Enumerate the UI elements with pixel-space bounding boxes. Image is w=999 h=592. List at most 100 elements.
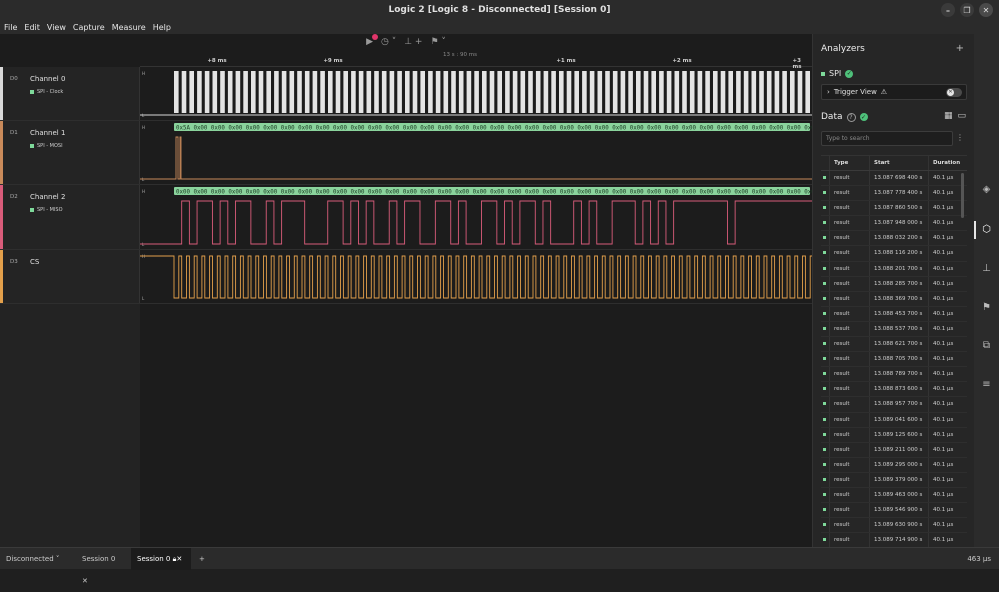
more-options-icon[interactable]: ⋮ (956, 133, 964, 142)
close-icon[interactable]: ✕ (979, 3, 993, 17)
table-row[interactable]: result 13.089 125 600 s 40.1 µs (821, 427, 967, 443)
table-row[interactable]: result 13.089 295 000 s 40.1 µs (821, 457, 967, 473)
waveform-d0[interactable]: HL (140, 67, 812, 120)
time-ruler[interactable]: 13 s : 90 ms +8 ms +9 ms +1 ms +2 ms +3 ms (140, 50, 812, 70)
close-tab-icon[interactable]: ✕ (82, 577, 88, 585)
minimize-icon[interactable]: – (941, 3, 955, 17)
session-tab-2[interactable]: Session 0 🔒︎✕ (131, 548, 191, 570)
restore-icon[interactable]: ❐ (960, 3, 974, 17)
channel-row-d0[interactable]: D0 Channel 0 SPI - Clock H L (0, 67, 812, 121)
table-row[interactable]: result 13.087 778 400 s 40.1 µs (821, 186, 967, 202)
menu-view[interactable]: View (47, 23, 66, 32)
table-row[interactable]: result 13.087 698 400 s 40.1 µs (821, 171, 967, 187)
table-row[interactable]: result 13.088 705 700 s 40.1 µs (821, 352, 967, 368)
channel-name[interactable]: Channel 0 (30, 75, 65, 83)
time-tick-label: +9 ms (323, 58, 343, 64)
cell-duration: 40.1 µs (928, 276, 967, 291)
channel-name[interactable]: CS (30, 258, 39, 266)
analyzer-item-spi[interactable]: SPI ✓ (821, 69, 854, 78)
table-row[interactable]: result 13.087 948 000 s 40.1 µs (821, 216, 967, 232)
table-row[interactable]: result 13.088 201 700 s 40.1 µs (821, 261, 967, 277)
extensions-icon[interactable]: ⧉ (981, 340, 992, 351)
channel-row-d1[interactable]: D1 Channel 1 SPI - MOSI H L 0x5A 0x00 0x00 0x… (0, 121, 812, 185)
waveform-d1[interactable]: H L 0x5A 0x00 0x00 0x00 0x00 0x00 0x00 0x0… (140, 121, 812, 184)
table-row[interactable]: result 13.088 789 700 s 40.1 µs (821, 367, 967, 383)
clock-pulse (235, 71, 241, 113)
table-row[interactable]: result 13.088 453 700 s 40.1 µs (821, 306, 967, 322)
clock-pulse (528, 71, 533, 113)
analyzer-tag-text: SPI - MISO (37, 207, 63, 213)
table-row[interactable]: result 13.089 041 600 s 40.1 µs (821, 412, 967, 428)
waveform-d2[interactable]: H L 0x00 0x00 0x00 0x00 0x00 0x00 0x00 0x0… (140, 185, 812, 249)
measurements-icon[interactable]: ⊥ (981, 263, 992, 274)
menu-capture[interactable]: Capture (73, 23, 105, 32)
clock-pulse (636, 71, 641, 113)
analyzer-color-icon (823, 492, 826, 496)
new-tab-icon[interactable]: + (193, 548, 211, 570)
channel-label[interactable]: D1 Channel 1 SPI - MOSI (0, 121, 140, 184)
notes-icon[interactable]: ≡ (981, 379, 992, 390)
marker-dropdown-button[interactable]: ⚑ ˅ (430, 37, 445, 47)
table-row[interactable]: result 13.088 621 700 s 40.1 µs (821, 337, 967, 353)
session-tab-1[interactable]: Session 0 ✕ (76, 548, 128, 585)
analyzers-icon[interactable]: ⬡ (981, 224, 992, 235)
column-header-duration[interactable]: Duration (928, 156, 967, 170)
cell-duration: 40.1 µs (928, 261, 967, 276)
menu-help[interactable]: Help (153, 23, 171, 32)
markers-icon[interactable]: ⚑ (981, 302, 992, 313)
connection-status[interactable]: Disconnected ˅ (0, 548, 70, 570)
column-header-type[interactable]: Type (829, 156, 869, 170)
table-row[interactable]: result 13.089 379 000 s 40.1 µs (821, 472, 967, 488)
help-icon[interactable]: ? (846, 112, 856, 122)
menu-file[interactable]: File (4, 23, 17, 32)
channel-row-d2[interactable]: D2 Channel 2 SPI - MISO H L 0x00 0x00 0x00 0x… (0, 185, 812, 250)
layers-icon[interactable]: ◈ (981, 184, 992, 195)
start-capture-button[interactable]: ▶ (366, 34, 378, 47)
clock-pulse (351, 71, 356, 113)
add-measurement-button[interactable]: ⊥ + (404, 37, 422, 47)
search-input[interactable]: Type to search (821, 131, 953, 146)
channel-label[interactable]: D2 Channel 2 SPI - MISO (0, 185, 140, 249)
channel-index: D2 (10, 194, 18, 200)
cell-type: result (829, 352, 869, 367)
cell-duration: 40.1 µs (928, 533, 967, 547)
channel-label[interactable]: D3 CS (0, 250, 140, 303)
menu-measure[interactable]: Measure (112, 23, 146, 32)
cell-type: result (829, 533, 869, 547)
column-header-start[interactable]: Start (869, 156, 928, 170)
trigger-view-toggle[interactable]: ✕ (946, 88, 962, 97)
waveform-d3[interactable]: HL (140, 250, 812, 303)
table-row[interactable]: result 13.089 714 900 s 40.1 µs (821, 533, 967, 547)
table-row[interactable]: result 13.088 032 200 s 40.1 µs (821, 231, 967, 247)
table-row[interactable]: result 13.088 285 700 s 40.1 µs (821, 276, 967, 292)
table-scrollbar[interactable] (961, 173, 964, 218)
cell-start: 13.088 453 700 s (869, 306, 928, 321)
close-tab-icon[interactable]: ✕ (176, 555, 182, 563)
clock-pulse (258, 71, 264, 113)
trigger-view-row[interactable]: › Trigger View ⚠ ✕ (821, 84, 967, 100)
table-row[interactable]: result 13.088 957 700 s 40.1 µs (821, 397, 967, 413)
terminal-view-icon[interactable]: ▭ (957, 111, 966, 121)
menu-edit[interactable]: Edit (24, 23, 40, 32)
add-analyzer-icon[interactable]: + (956, 43, 964, 54)
clock-pulse (612, 71, 618, 113)
table-row[interactable]: result 13.089 630 900 s 40.1 µs (821, 518, 967, 534)
row-marker (821, 186, 829, 200)
clock-pulse (428, 71, 433, 113)
table-row[interactable]: result 13.089 211 000 s 40.1 µs (821, 442, 967, 458)
table-row[interactable]: result 13.089 546 900 s 40.1 µs (821, 503, 967, 519)
channel-name[interactable]: Channel 1 (30, 129, 65, 137)
table-view-icon[interactable]: ▦ (944, 111, 953, 121)
timer-dropdown-button[interactable]: ◷ ˅ (381, 37, 396, 47)
table-row[interactable]: result 13.088 116 200 s 40.1 µs (821, 246, 967, 262)
table-row[interactable]: result 13.088 369 700 s 40.1 µs (821, 291, 967, 307)
channel-row-d3[interactable]: D3 CS H L (0, 250, 812, 304)
channel-label[interactable]: D0 Channel 0 SPI - Clock (0, 67, 140, 120)
table-row[interactable]: result 13.089 463 000 s 40.1 µs (821, 487, 967, 504)
analyzer-color-icon (821, 71, 825, 76)
table-row[interactable]: result 13.087 860 500 s 40.1 µs (821, 201, 967, 217)
channel-name[interactable]: Channel 2 (30, 193, 65, 201)
table-row[interactable]: result 13.088 537 700 s 40.1 µs (821, 321, 967, 338)
table-row[interactable]: result 13.088 873 600 s 40.1 µs (821, 382, 967, 398)
clock-pulse (643, 71, 649, 113)
